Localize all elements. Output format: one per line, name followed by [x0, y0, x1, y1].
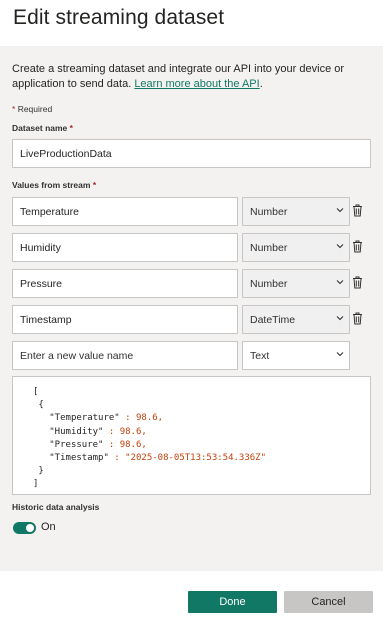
chevron-down-icon [336, 207, 344, 212]
json-code: [ { "Temperature" : 98.6, "Humidity" : 9… [33, 386, 266, 492]
value-name-input[interactable]: Pressure [12, 269, 238, 298]
historic-data-toggle[interactable] [13, 522, 36, 534]
value-name-input[interactable]: Humidity [12, 233, 238, 262]
json-comma: , [141, 439, 147, 450]
trash-icon[interactable] [352, 240, 363, 253]
value-type-select[interactable]: Number [242, 269, 350, 298]
toggle-knob [26, 524, 34, 532]
json-separator: : [103, 426, 120, 437]
values-from-stream-label: Values from stream * [12, 180, 96, 190]
dataset-name-input[interactable]: LiveProductionData [12, 139, 371, 168]
required-star: * [92, 180, 97, 190]
json-open-bracket: [ [33, 387, 39, 397]
chevron-down-icon [336, 279, 344, 284]
required-star: * [12, 104, 16, 114]
value-name-input[interactable]: Temperature [12, 197, 238, 226]
json-value: "2025-08-05T13:53:54.336Z" [125, 453, 267, 464]
json-comma: , [157, 413, 164, 424]
required-star: * [69, 123, 73, 133]
json-separator: : [108, 453, 126, 464]
new-value-type-select[interactable]: Text [242, 341, 350, 370]
json-separator: : [119, 413, 136, 424]
json-separator: : [103, 439, 120, 450]
historic-data-label-text: Historic data analysis [12, 502, 100, 512]
value-type-selected: Number [250, 277, 288, 290]
dialog-title: Edit streaming dataset [13, 6, 225, 29]
trash-icon[interactable] [352, 276, 363, 289]
json-close-bracket: ] [33, 479, 39, 490]
json-value: 98.6 [119, 439, 142, 450]
value-type-selected: Number [250, 241, 288, 254]
learn-more-link[interactable]: Learn more about the API [134, 78, 259, 90]
json-value: 98.6 [119, 426, 142, 437]
chevron-down-icon [336, 315, 344, 320]
required-note-label: Required [17, 104, 53, 114]
values-from-stream-label-text: Values from stream [12, 180, 91, 190]
json-key: "Pressure" [49, 439, 104, 450]
value-type-select[interactable]: DateTime [242, 305, 350, 334]
dataset-name-label: Dataset name * [12, 123, 73, 133]
new-value-name-input[interactable]: Enter a new value name [12, 341, 238, 370]
historic-data-state: On [41, 521, 56, 533]
value-type-selected: Number [250, 205, 288, 218]
json-preview: [ { "Temperature" : 98.6, "Humidity" : 9… [12, 376, 371, 495]
value-type-selected: Text [250, 349, 270, 362]
intro-text: Create a streaming dataset and integrate… [12, 62, 372, 92]
json-value: 98.6 [135, 413, 158, 424]
historic-data-label: Historic data analysis [12, 502, 99, 512]
value-name-input[interactable]: Timestamp [12, 305, 238, 334]
required-note: * Required [12, 104, 52, 114]
value-type-select[interactable]: Number [242, 197, 350, 226]
json-close-brace: } [38, 466, 44, 477]
dataset-name-label-text: Dataset name [12, 123, 68, 133]
dialog-footer: Done Cancel [0, 571, 383, 624]
json-key: "Temperature" [49, 413, 120, 424]
json-key: "Humidity" [49, 426, 104, 437]
trash-icon[interactable] [352, 312, 363, 325]
dialog-header: Edit streaming dataset [0, 0, 383, 46]
trash-icon[interactable] [352, 204, 363, 217]
done-button[interactable]: Done [188, 591, 277, 613]
dialog-body: Create a streaming dataset and integrate… [0, 46, 383, 571]
cancel-button[interactable]: Cancel [284, 591, 373, 613]
value-type-selected: DateTime [250, 313, 296, 326]
chevron-down-icon [336, 351, 344, 356]
value-type-select[interactable]: Number [242, 233, 350, 262]
json-key: "Timestamp" [49, 453, 109, 464]
json-open-brace: { [38, 400, 44, 411]
json-comma: , [141, 426, 147, 437]
intro-tail: . [259, 78, 263, 90]
chevron-down-icon [336, 243, 344, 248]
